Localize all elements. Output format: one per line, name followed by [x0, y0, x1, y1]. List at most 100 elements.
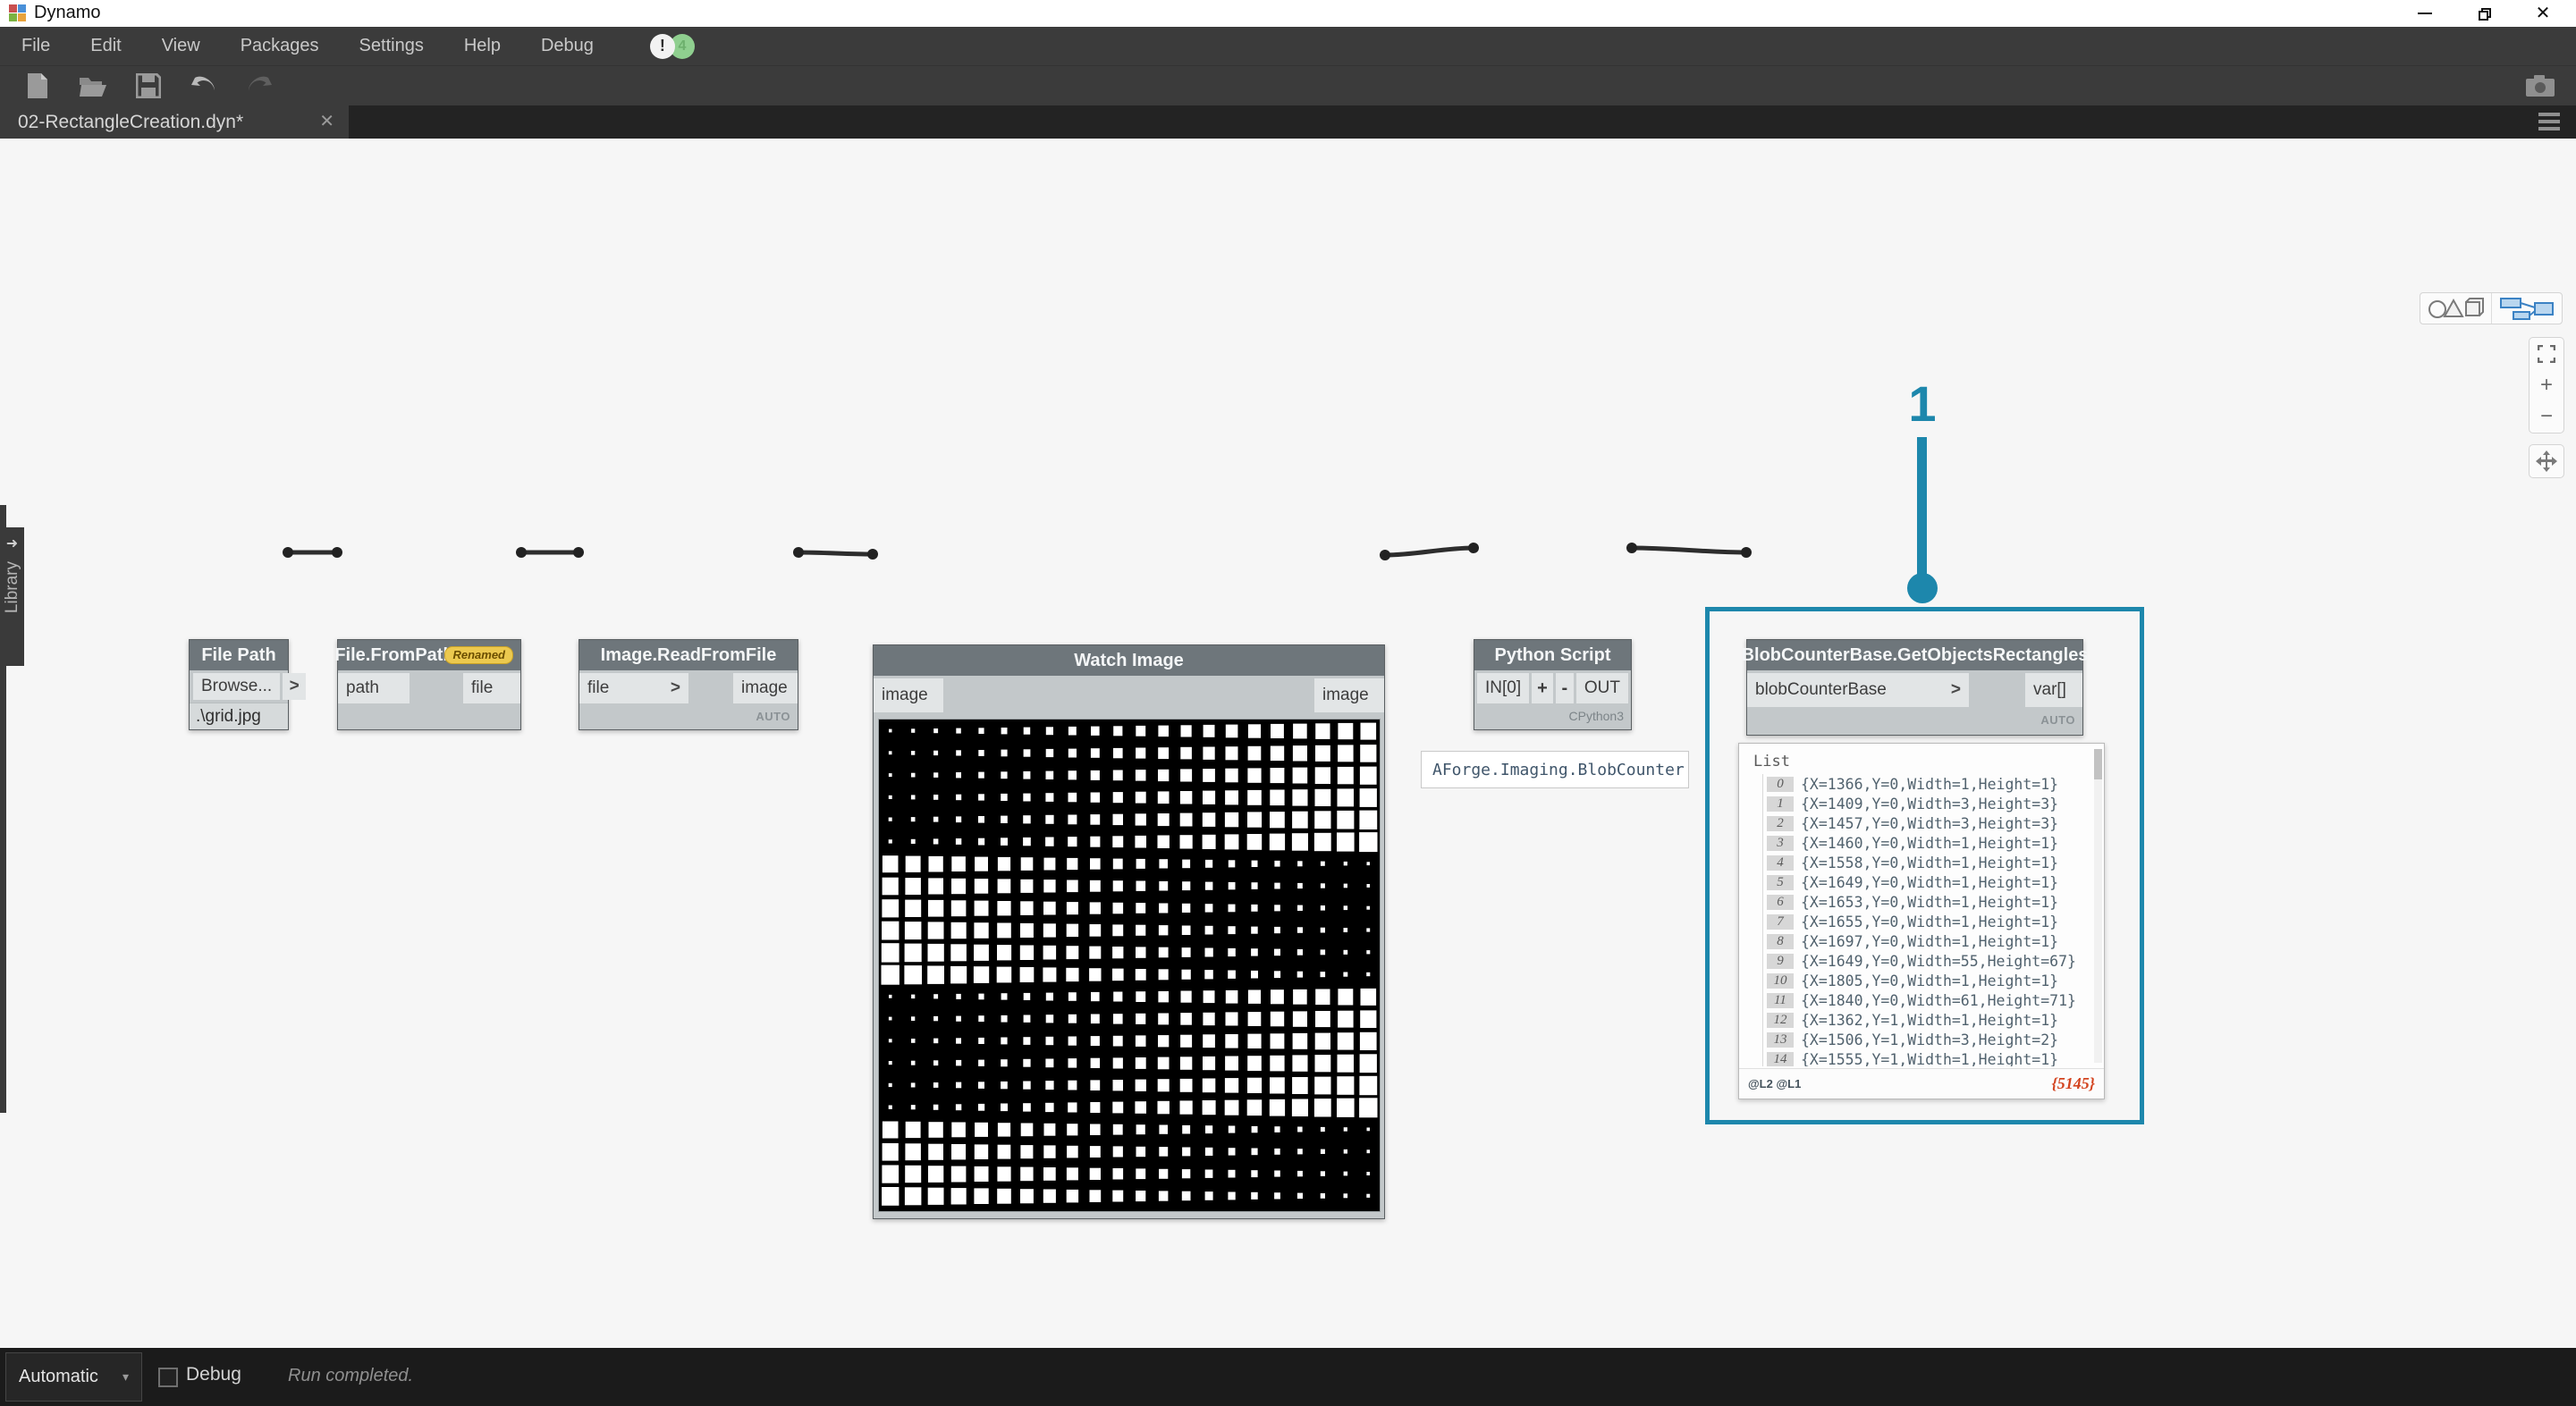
list-item: 1 {X=1409,Y=0,Width=3,Height=3}: [1767, 794, 2091, 813]
node-python-script-title[interactable]: Python Script: [1474, 640, 1631, 670]
pan-button[interactable]: [2529, 444, 2564, 478]
zoom-out-button[interactable]: −: [2530, 401, 2563, 433]
list-item: 3 {X=1460,Y=0,Width=1,Height=1}: [1767, 833, 2091, 853]
python-engine-label[interactable]: CPython3: [1569, 709, 1624, 723]
node-file-path[interactable]: File Path Browse... > .\grid.jpg: [189, 639, 307, 730]
callout-line: [1917, 437, 1927, 577]
export-image-camera-button[interactable]: [2524, 70, 2556, 102]
toolbar: [0, 65, 2576, 105]
node-image-readfromfile-title[interactable]: Image.ReadFromFile: [579, 640, 798, 670]
view-mode-toggle: [2420, 292, 2563, 324]
lacing-label: AUTO: [2040, 712, 2075, 727]
list-index: 13: [1767, 1031, 1794, 1048]
node-file-frompath-title[interactable]: File.FromPath Renamed: [334, 640, 520, 670]
geometry-view-button[interactable]: [2420, 293, 2491, 324]
menu-help[interactable]: Help: [464, 36, 501, 56]
preview-root-label[interactable]: List: [1753, 753, 2091, 770]
callout-dot: [1907, 573, 1938, 603]
list-index: 0: [1767, 776, 1794, 792]
graph-view-button[interactable]: [2492, 293, 2563, 324]
minimize-button[interactable]: [2397, 0, 2453, 27]
python-note[interactable]: AForge.Imaging.BlobCounter: [1421, 751, 1689, 788]
blob-output-preview[interactable]: List 0 {X=1366,Y=0,Width=1,Height=1} 1 {X=…: [1738, 743, 2105, 1099]
save-button[interactable]: [132, 70, 165, 102]
tab-list-menu-icon[interactable]: [2538, 113, 2560, 130]
debug-checkbox[interactable]: [158, 1368, 178, 1387]
chevron-down-icon: ▾: [122, 1369, 129, 1384]
close-button[interactable]: ✕: [2515, 0, 2571, 27]
dynamo-logo-icon: [9, 4, 26, 21]
list-count-label: {5145}: [2051, 1074, 2095, 1092]
output-port-var[interactable]: var[]: [2025, 673, 2082, 707]
output-port-image[interactable]: image: [1314, 678, 1384, 712]
open-file-button[interactable]: [77, 70, 109, 102]
node-image-readfromfile[interactable]: Image.ReadFromFile file > image AUTO: [579, 639, 798, 730]
node-file-path-title[interactable]: File Path: [190, 640, 288, 670]
node-watch-image-title[interactable]: Watch Image: [874, 645, 1384, 676]
node-blobcounter-getobjectsrectangles[interactable]: BlobCounterBase.GetObjectsRectangles blo…: [1742, 639, 2088, 736]
output-port-image[interactable]: image: [733, 673, 798, 703]
wire-readfile-to-watch[interactable]: [798, 550, 874, 557]
preview-scrollbar[interactable]: [2094, 749, 2102, 1063]
undo-button[interactable]: [188, 70, 220, 102]
node-blobcounter-title[interactable]: BlobCounterBase.GetObjectsRectangles: [1742, 640, 2088, 670]
menu-edit[interactable]: Edit: [90, 36, 121, 56]
use-default-chevron-icon[interactable]: >: [1951, 680, 1961, 700]
file-path-value[interactable]: .\grid.jpg: [190, 703, 288, 729]
tab-label: 02-RectangleCreation.dyn*: [18, 111, 244, 132]
zoom-controls: + −: [2529, 337, 2564, 434]
alert-badge-icon[interactable]: !: [649, 33, 675, 59]
remove-input-button[interactable]: -: [1555, 673, 1574, 703]
use-default-chevron-icon[interactable]: >: [671, 678, 680, 698]
node-file-frompath[interactable]: File.FromPath Renamed path file: [334, 639, 521, 730]
library-tab-label: Library: [2, 561, 21, 614]
node-watch-image[interactable]: Watch Image image image: [873, 644, 1385, 1219]
input-port-blobcounterbase[interactable]: blobCounterBase >: [1747, 673, 1969, 707]
list-item: 13 {X=1506,Y=1,Width=3,Height=2}: [1767, 1030, 2091, 1049]
input-port-image[interactable]: image: [874, 678, 943, 712]
preview-scrollbar-thumb[interactable]: [2094, 749, 2102, 779]
redo-button[interactable]: [243, 70, 275, 102]
callout-number: 1: [1908, 375, 1937, 432]
list-item: 2 {X=1457,Y=0,Width=3,Height=3}: [1767, 813, 2091, 833]
output-port-filepath[interactable]: >: [283, 673, 307, 700]
input-port-file[interactable]: file >: [579, 673, 688, 703]
wire-python-to-blob[interactable]: [1631, 545, 1747, 555]
add-input-button[interactable]: +: [1532, 673, 1553, 703]
input-port-path[interactable]: path: [338, 673, 410, 703]
list-item: 5 {X=1649,Y=0,Width=1,Height=1}: [1767, 872, 2091, 892]
graph-canvas[interactable]: ➜ Library File Path Browse... > .\grid.j…: [0, 139, 2576, 1348]
library-expand-tab[interactable]: ➜ Library: [0, 527, 24, 666]
list-index: 4: [1767, 855, 1794, 871]
lacing-label: AUTO: [756, 709, 790, 723]
wire-watch-to-python[interactable]: [1384, 545, 1474, 558]
fit-to-screen-button[interactable]: [2530, 338, 2563, 369]
tab-bar: 02-RectangleCreation.dyn* ✕: [0, 105, 2576, 139]
menu-view[interactable]: View: [162, 36, 200, 56]
menu-packages[interactable]: Packages: [241, 36, 319, 56]
list-index: 9: [1767, 953, 1794, 969]
list-levels-label[interactable]: @L2 @L1: [1748, 1077, 1801, 1090]
browse-button[interactable]: Browse...: [193, 673, 281, 700]
run-status-message: Run completed.: [288, 1366, 414, 1385]
list-index: 3: [1767, 835, 1794, 851]
window-title: Dynamo: [34, 3, 101, 22]
menu-file[interactable]: File: [21, 36, 50, 56]
run-mode-dropdown[interactable]: Automatic ▾: [5, 1352, 142, 1402]
input-port-in0[interactable]: IN[0]: [1477, 673, 1530, 703]
list-index: 8: [1767, 933, 1794, 949]
node-python-script[interactable]: Python Script IN[0] + - OUT CPython3: [1474, 639, 1632, 730]
tab-close-icon[interactable]: ✕: [319, 110, 334, 132]
output-port-out[interactable]: OUT: [1575, 673, 1628, 703]
menu-debug[interactable]: Debug: [541, 36, 594, 56]
list-index: 6: [1767, 894, 1794, 910]
zoom-in-button[interactable]: +: [2530, 369, 2563, 400]
menu-settings[interactable]: Settings: [359, 36, 424, 56]
new-file-button[interactable]: [21, 70, 54, 102]
output-port-file[interactable]: file: [463, 673, 520, 703]
restore-button[interactable]: [2456, 0, 2512, 27]
list-item: 7 {X=1655,Y=0,Width=1,Height=1}: [1767, 912, 2091, 931]
list-item: 14 {X=1555,Y=1,Width=1,Height=1}: [1767, 1049, 2091, 1066]
list-index: 12: [1767, 1012, 1794, 1028]
tab-active-document[interactable]: 02-RectangleCreation.dyn* ✕: [0, 105, 349, 139]
